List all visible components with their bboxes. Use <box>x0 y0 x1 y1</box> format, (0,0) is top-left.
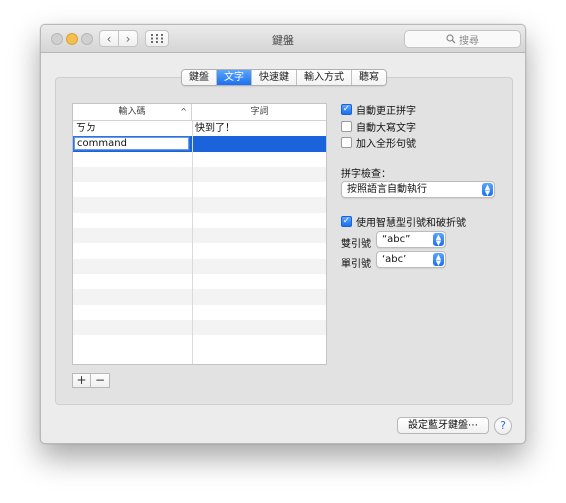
add-button[interactable]: + <box>73 374 91 387</box>
table-row-empty <box>73 152 326 167</box>
table-row-empty <box>73 289 326 305</box>
keyboard-preferences-window: ‹ › 鍵盤 搜尋 鍵盤 文字 快速鍵 輸入方式 聽寫 輸入碼 ^ 字詞 ㄎㄉ … <box>40 24 526 444</box>
double-space-period-checkbox[interactable] <box>341 137 352 148</box>
search-icon <box>446 34 456 44</box>
setup-bluetooth-keyboard-button[interactable]: 設定藍牙鍵盤⋯ <box>397 417 489 434</box>
list-add-remove-control: + − <box>72 373 110 388</box>
single-quotes-popup[interactable]: ‘abc’ ▲ ▼ <box>376 251 446 268</box>
popup-stepper-icon: ▲ ▼ <box>433 253 444 266</box>
smart-quotes-checkbox[interactable]: ✓ <box>341 216 352 227</box>
auto-capitalize-label: 自動大寫文字 <box>356 123 416 134</box>
table-row-empty <box>73 335 326 350</box>
column-header-with[interactable]: 字詞 <box>192 104 327 120</box>
tab-text[interactable]: 文字 <box>217 70 252 85</box>
spelling-popup[interactable]: 按照語言自動執行 ▲ ▼ <box>341 181 495 198</box>
table-row-empty <box>73 228 326 244</box>
tab-input-sources[interactable]: 輸入方式 <box>297 70 352 85</box>
table-row-empty <box>73 213 326 228</box>
smart-quotes-option[interactable]: ✓ 使用智慧型引號和破折號 <box>341 214 466 229</box>
double-quotes-label: 雙引號 <box>341 239 371 250</box>
double-quotes-popup[interactable]: “abc” ▲ ▼ <box>376 231 446 248</box>
popup-stepper-icon: ▲ ▼ <box>433 233 444 246</box>
table-row-empty <box>73 182 326 197</box>
table-row-empty <box>73 319 326 336</box>
smart-quotes-label: 使用智慧型引號和破折號 <box>356 218 466 229</box>
table-row-empty <box>73 305 326 320</box>
help-button[interactable]: ? <box>494 417 512 435</box>
double-quotes-value: “abc” <box>382 234 411 245</box>
with-cell: 快到了！ <box>195 123 235 134</box>
spelling-value: 按照語言自動執行 <box>347 184 427 195</box>
double-space-period-option[interactable]: 加入全形句號 <box>341 135 416 150</box>
auto-capitalize-checkbox[interactable] <box>341 121 352 132</box>
double-space-period-label: 加入全形句號 <box>356 139 416 150</box>
table-row-empty <box>73 243 326 258</box>
replace-cell: ㄎㄉ <box>76 123 96 134</box>
text-replacement-table[interactable]: 輸入碼 ^ 字詞 ㄎㄉ 快到了！ command <box>72 103 327 365</box>
sort-ascending-icon: ^ <box>180 107 187 116</box>
tab-keyboard[interactable]: 鍵盤 <box>182 70 217 85</box>
column-header-replace[interactable]: 輸入碼 ^ <box>73 104 192 120</box>
spelling-label: 拼字檢查： <box>341 169 391 180</box>
tab-dictation[interactable]: 聽寫 <box>352 70 386 85</box>
column-header-replace-label: 輸入碼 <box>118 107 146 117</box>
table-row-empty <box>73 166 326 183</box>
with-cell <box>195 136 325 151</box>
table-header: 輸入碼 ^ 字詞 <box>73 104 326 121</box>
auto-capitalize-option[interactable]: 自動大寫文字 <box>341 119 416 134</box>
table-row-selected[interactable]: command <box>73 136 326 152</box>
table-row-empty <box>73 258 326 274</box>
title-bar: ‹ › 鍵盤 搜尋 <box>41 25 525 53</box>
auto-correct-label: 自動更正拼字 <box>356 106 416 117</box>
table-row[interactable]: ㄎㄉ 快到了！ <box>73 121 326 136</box>
auto-correct-checkbox[interactable]: ✓ <box>341 104 352 115</box>
search-field[interactable]: 搜尋 <box>404 30 521 48</box>
single-quotes-label: 單引號 <box>341 259 371 270</box>
single-quotes-value: ‘abc’ <box>382 254 407 265</box>
column-divider <box>192 121 193 364</box>
tab-shortcuts[interactable]: 快速鍵 <box>252 70 297 85</box>
tab-bar: 鍵盤 文字 快速鍵 輸入方式 聽寫 <box>181 69 387 86</box>
remove-button[interactable]: − <box>91 374 109 387</box>
auto-correct-option[interactable]: ✓ 自動更正拼字 <box>341 102 416 117</box>
popup-stepper-icon: ▲ ▼ <box>482 183 493 196</box>
table-body: ㄎㄉ 快到了！ command <box>73 121 326 350</box>
search-placeholder: 搜尋 <box>459 35 479 47</box>
replace-edit-field[interactable]: command <box>74 137 189 151</box>
table-row-empty <box>73 197 326 213</box>
table-row-empty <box>73 274 326 289</box>
